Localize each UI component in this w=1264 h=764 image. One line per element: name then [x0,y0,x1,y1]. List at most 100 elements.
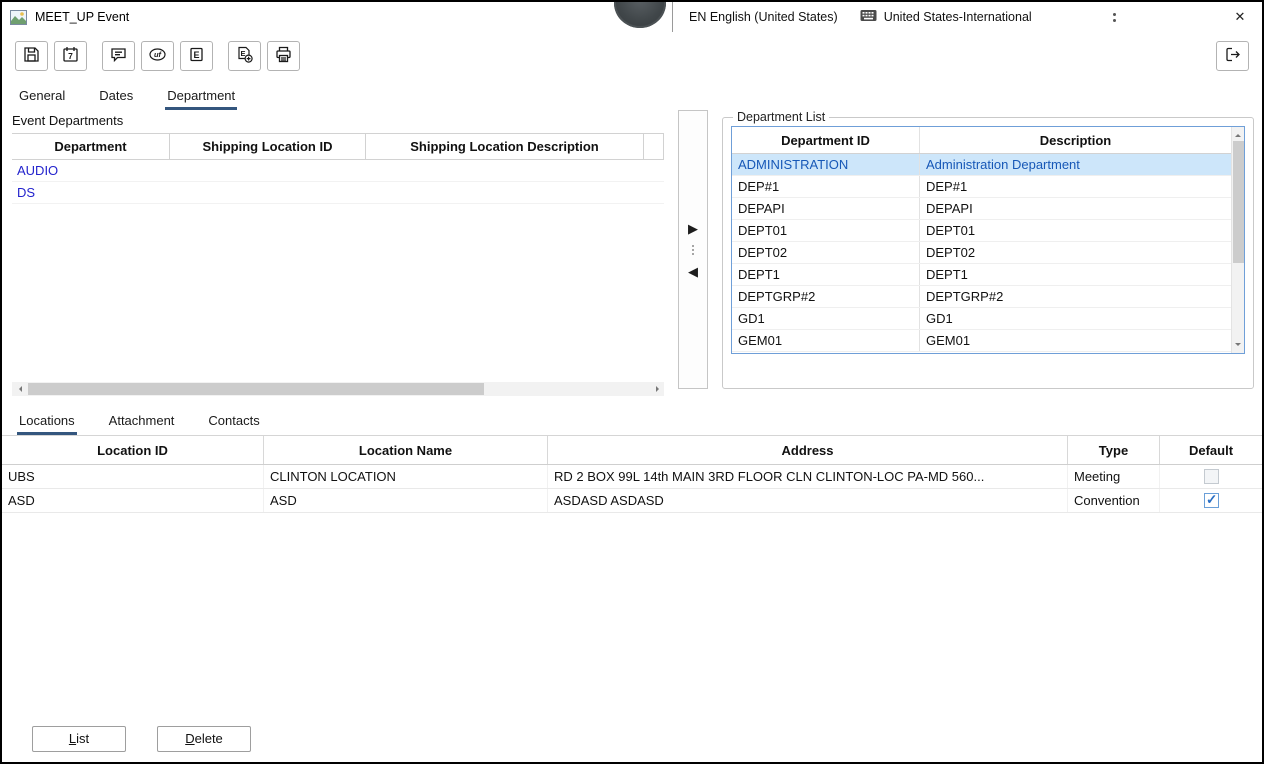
address-cell: ASDASD ASDASD [548,489,1068,512]
column-header-default[interactable]: Default [1160,436,1262,464]
event-departments-label: Event Departments [12,110,664,133]
event-departments-grid: Department Shipping Location ID Shipping… [12,133,664,396]
column-header-type[interactable]: Type [1068,436,1160,464]
department-list-row[interactable]: DEPAPI DEPAPI [732,198,1231,220]
department-list-row[interactable]: DEPTGRP#2 DEPTGRP#2 [732,286,1231,308]
horizontal-scroll-track[interactable] [26,382,650,396]
scroll-right-arrow-icon[interactable] [650,382,664,396]
scroll-left-arrow-icon[interactable] [12,382,26,396]
department-list-row[interactable]: DEPT1 DEPT1 [732,264,1231,286]
event-department-row[interactable]: DS [12,182,664,204]
department-list-row[interactable]: GEM01 GEM01 [732,330,1231,352]
keyboard-layout-label: United States-International [884,10,1032,24]
horizontal-scrollbar[interactable] [12,382,664,396]
column-header-description[interactable]: Description [920,127,1231,153]
app-window: MEET_UP Event EN English (United States)… [0,0,1264,764]
department-id-cell: DEPT1 [732,264,920,285]
tab-general[interactable]: General [17,84,67,110]
default-cell [1160,489,1262,512]
event-departments-panel: Event Departments Department Shipping Lo… [12,110,664,396]
window-title: MEET_UP Event [35,10,129,24]
overlay-circle [614,0,666,28]
department-list-row[interactable]: DEPT02 DEPT02 [732,242,1231,264]
toolbar-group-output: E [228,41,300,71]
printer-icon [274,45,293,67]
list-button[interactable]: List [32,726,126,752]
svg-text:7: 7 [68,51,73,61]
department-split-area: Event Departments Department Shipping Lo… [2,110,1262,398]
transfer-grip-icon[interactable] [692,241,694,259]
user-fields-button[interactable]: uf [141,41,174,71]
column-header-department[interactable]: Department [12,134,170,159]
default-checkbox[interactable] [1204,469,1219,484]
locations-header: Location ID Location Name Address Type D… [2,436,1262,465]
column-header-extra [644,134,664,159]
department-description-cell: DEP#1 [920,176,1231,197]
exit-button[interactable] [1216,41,1249,71]
department-list-row[interactable]: DEPT01 DEPT01 [732,220,1231,242]
column-header-location-name[interactable]: Location Name [264,436,548,464]
department-list-group: Department List Department ID Descriptio… [722,110,1254,389]
scroll-down-arrow-icon[interactable] [1235,343,1241,349]
app-icon [10,10,27,25]
tab-dates[interactable]: Dates [97,84,135,110]
svg-text:E: E [240,49,245,58]
tab-locations[interactable]: Locations [17,409,77,435]
department-description-cell: DEPT01 [920,220,1231,241]
close-button[interactable]: ✕ [1218,2,1262,32]
toolbar-group-file: 7 [15,41,87,71]
locations-grid: Location ID Location Name Address Type D… [2,436,1262,716]
add-event-button[interactable]: E [228,41,261,71]
scroll-up-arrow-icon[interactable] [1235,131,1241,137]
location-row[interactable]: ASD ASD ASDASD ASDASD Convention [2,489,1262,513]
department-id-cell: GD1 [732,308,920,329]
column-header-address[interactable]: Address [548,436,1068,464]
location-id-cell: UBS [2,465,264,488]
column-header-location-id[interactable]: Location ID [2,436,264,464]
department-list-row[interactable]: ADMINISTRATION Administration Department [732,154,1231,176]
department-description-cell: GD1 [920,308,1231,329]
save-button[interactable] [15,41,48,71]
calendar-button[interactable]: 7 [54,41,87,71]
default-checkbox[interactable] [1204,493,1219,508]
department-list-legend: Department List [733,110,829,124]
print-button[interactable] [267,41,300,71]
column-header-shipping-location-description[interactable]: Shipping Location Description [366,134,644,159]
speech-bubble-icon [109,45,128,67]
toolbar: 7 uf E E [2,32,1262,80]
keyboard-layout-item[interactable]: United States-International [850,9,1042,25]
event-department-row[interactable]: AUDIO [12,160,664,182]
tab-attachment[interactable]: Attachment [107,409,177,435]
transfer-panel-wrap: ▶ ◀ [664,110,722,389]
vertical-scroll-thumb[interactable] [1233,141,1244,263]
department-list-row[interactable]: DEP#1 DEP#1 [732,176,1231,198]
department-id-cell: ADMINISTRATION [732,154,920,175]
move-right-button[interactable]: ▶ [688,222,698,235]
language-indicator[interactable]: EN English (United States) [673,10,850,24]
type-cell: Meeting [1068,465,1160,488]
exit-arrow-icon [1223,45,1242,67]
uf-oval-icon: uf [148,45,167,67]
comments-button[interactable] [102,41,135,71]
svg-text:uf: uf [154,50,163,59]
location-row[interactable]: UBS CLINTON LOCATION RD 2 BOX 99L 14th M… [2,465,1262,489]
department-description-cell: DEPTGRP#2 [920,286,1231,307]
location-id-cell: ASD [2,489,264,512]
department-description-cell: DEPAPI [920,198,1231,219]
tab-department[interactable]: Department [165,84,237,110]
move-left-button[interactable]: ◀ [688,265,698,278]
tab-contacts[interactable]: Contacts [206,409,261,435]
vertical-scrollbar[interactable] [1231,127,1244,353]
department-list-header: Department ID Description [732,127,1231,154]
column-header-department-id[interactable]: Department ID [732,127,920,153]
department-list-row[interactable]: GD1 GD1 [732,308,1231,330]
delete-button[interactable]: Delete [157,726,251,752]
horizontal-scroll-thumb[interactable] [28,383,484,395]
default-cell [1160,465,1262,488]
calendar-7-icon: 7 [61,45,80,67]
titlebar[interactable]: MEET_UP Event EN English (United States)… [2,2,1262,32]
column-header-shipping-location-id[interactable]: Shipping Location ID [170,134,366,159]
language-bar-options[interactable] [1106,2,1122,32]
address-cell: RD 2 BOX 99L 14th MAIN 3RD FLOOR CLN CLI… [548,465,1068,488]
event-button[interactable]: E [180,41,213,71]
